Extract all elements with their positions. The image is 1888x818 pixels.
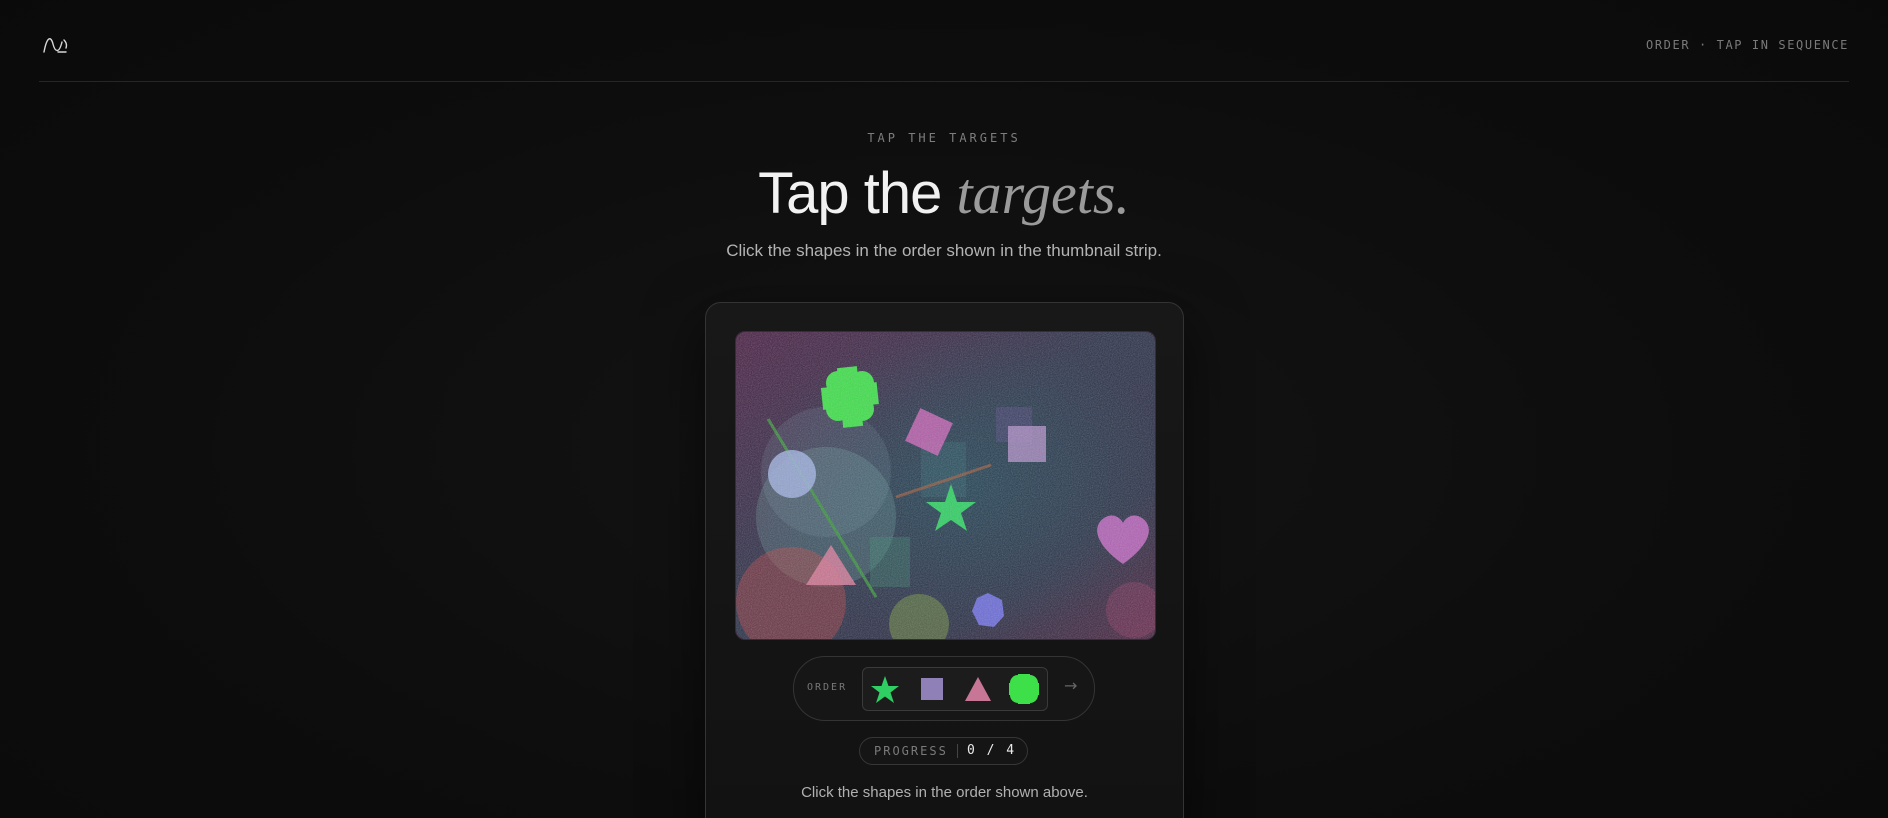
progress-indicator: PROGRESS 0 / 4	[859, 737, 1028, 765]
progress-divider	[957, 744, 958, 758]
triangle-icon	[965, 677, 991, 701]
page-title: Tap the targets.	[0, 158, 1888, 230]
order-strip: ORDER →	[793, 656, 1095, 721]
challenge-canvas[interactable]	[735, 331, 1156, 640]
arrow-right-icon[interactable]: →	[1064, 676, 1077, 695]
eyebrow-label: TAP THE TARGETS	[867, 131, 1021, 145]
mode-label: ORDER · TAP IN SEQUENCE	[1646, 38, 1849, 52]
page-subtitle: Click the shapes in the order shown in t…	[726, 241, 1162, 260]
order-label: ORDER	[807, 682, 848, 693]
cross-icon	[1009, 674, 1039, 704]
progress-label: PROGRESS	[874, 744, 948, 758]
star-icon	[871, 676, 899, 703]
wave-logo-icon[interactable]	[42, 34, 68, 56]
title-italic: targets.	[956, 161, 1130, 226]
square-icon	[921, 678, 943, 700]
top-bar: ORDER · TAP IN SEQUENCE	[39, 0, 1849, 82]
title-plain: Tap the	[758, 161, 957, 226]
instruction-text: Click the shapes in the order shown abov…	[801, 784, 1088, 801]
challenge-card: ORDER → PROGRESS 0 / 4 Click the shapes …	[705, 302, 1184, 818]
progress-value: 0 / 4	[967, 743, 1017, 758]
thumbnail-strip	[862, 667, 1048, 711]
